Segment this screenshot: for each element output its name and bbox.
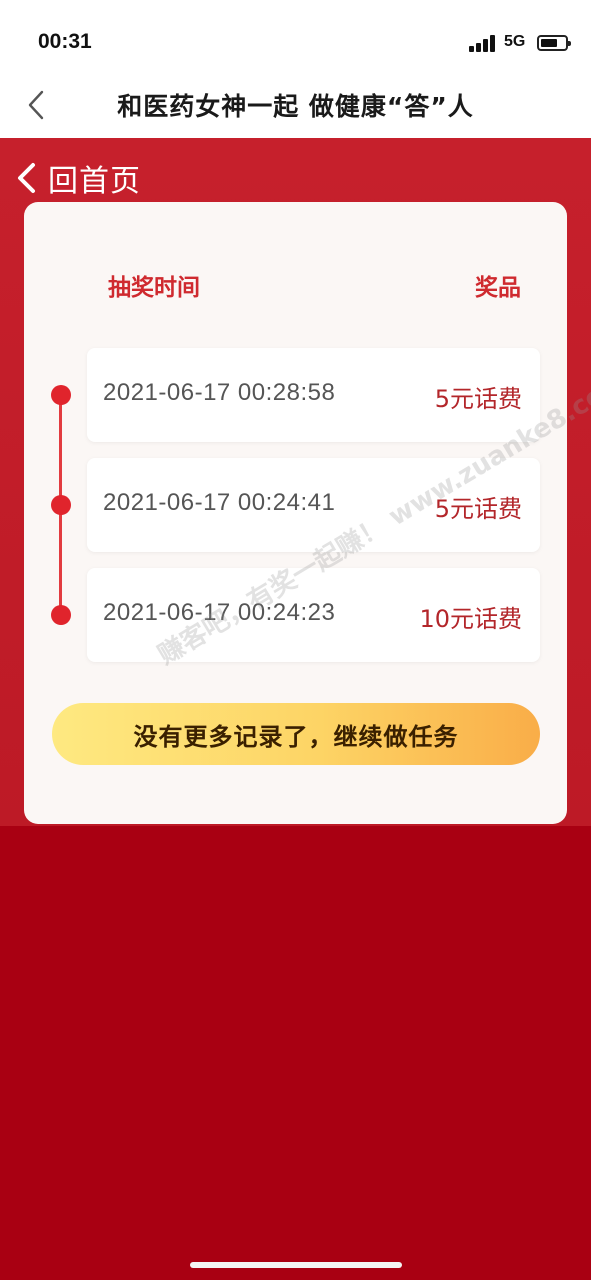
record-prize: 10元话费: [419, 605, 522, 633]
cellular-signal-icon: [469, 34, 497, 52]
home-link[interactable]: 回首页: [12, 158, 141, 199]
nav-bar: 和医药女神一起 做健康“答”人: [0, 78, 591, 138]
column-header-time: 抽奖时间: [108, 275, 200, 301]
timeline-dot: [51, 605, 71, 625]
timeline-dot: [51, 385, 71, 405]
record-prize: 5元话费: [434, 385, 522, 413]
battery-icon: [537, 35, 571, 51]
record-row: 2021-06-17 00:24:23 10元话费: [87, 568, 540, 662]
record-row: 2021-06-17 00:24:41 5元话费: [87, 458, 540, 552]
record-time: 2021-06-17 00:24:41: [103, 489, 336, 516]
record-time: 2021-06-17 00:24:23: [103, 599, 336, 626]
status-time: 00:31: [38, 30, 92, 53]
column-header-prize: 奖品: [475, 275, 521, 301]
page-title: 和医药女神一起 做健康“答”人: [117, 92, 474, 121]
record-row: 2021-06-17 00:28:58 5元话费: [87, 348, 540, 442]
continue-tasks-button[interactable]: 没有更多记录了，继续做任务: [52, 703, 540, 765]
chevron-left-icon: [18, 163, 35, 193]
record-time: 2021-06-17 00:28:58: [103, 379, 336, 406]
record-prize: 5元话费: [434, 495, 522, 523]
home-link-label: 回首页: [48, 164, 141, 199]
page: 00:31 5G 和医药女神一起 做健康“答”人 回首页 抽奖时间 奖品 202…: [0, 0, 591, 1280]
home-indicator: [190, 1262, 402, 1268]
timeline-dot: [51, 495, 71, 515]
network-type: 5G: [504, 33, 526, 50]
footer-background: [0, 826, 591, 1280]
status-bar: 00:31 5G: [0, 0, 591, 78]
